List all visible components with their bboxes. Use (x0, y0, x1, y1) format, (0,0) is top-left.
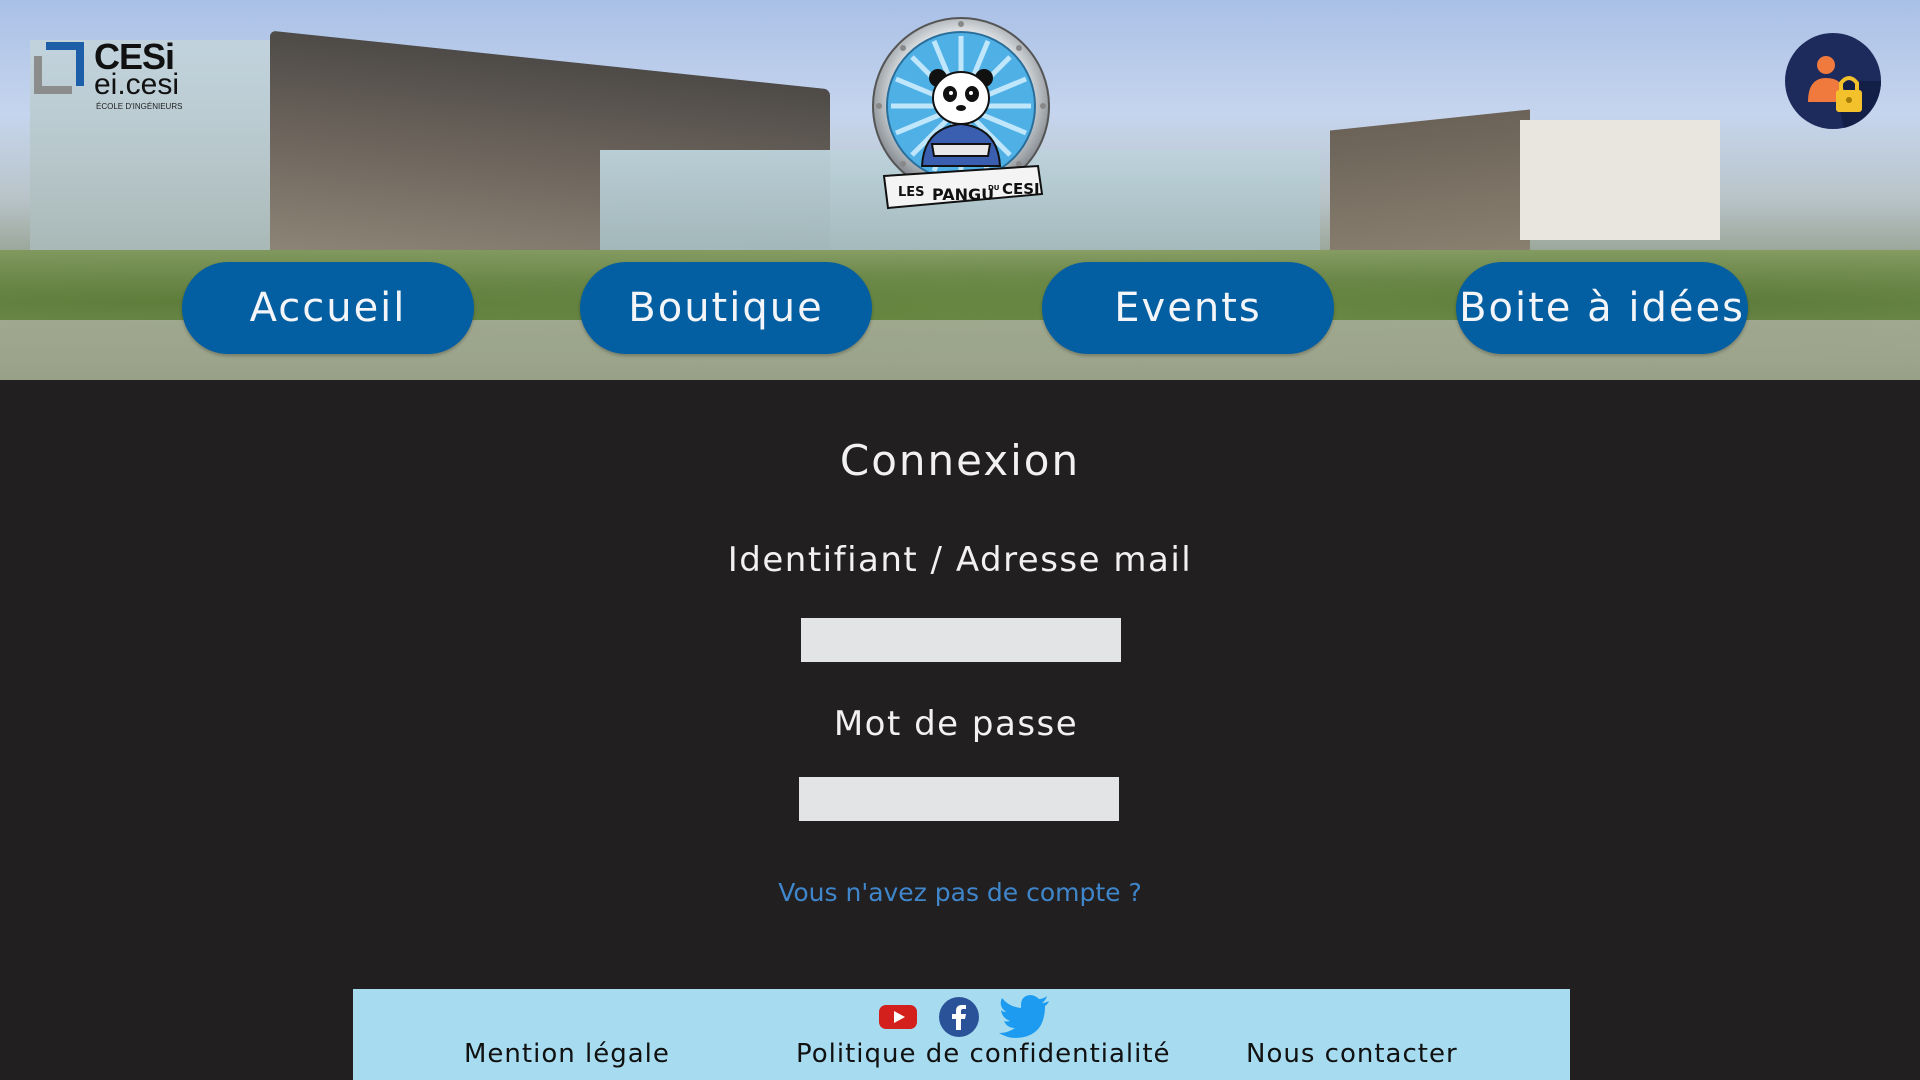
club-logo-text-pangu: PANGU (932, 185, 994, 204)
club-logo-text-les: LES (898, 185, 925, 200)
footer-link-contact[interactable]: Nous contacter (1246, 1039, 1458, 1069)
nav-button-accueil[interactable]: Accueil (182, 262, 474, 354)
user-lock-icon[interactable] (1784, 32, 1882, 130)
username-label: Identifiant / Adresse mail (727, 540, 1193, 580)
username-input[interactable] (801, 618, 1121, 662)
page-title: Connexion (839, 436, 1081, 485)
password-input[interactable] (799, 777, 1119, 821)
password-label: Mot de passe (833, 704, 1079, 744)
nav-button-events[interactable]: Events (1042, 262, 1334, 354)
youtube-icon[interactable] (877, 995, 919, 1037)
nav-button-boutique[interactable]: Boutique (580, 262, 872, 354)
school-logo-tagline: ÉCOLE D'INGÉNIEURS (96, 102, 183, 111)
signup-link[interactable]: Vous n'avez pas de compte ? (0, 878, 1920, 907)
footer-link-legal[interactable]: Mention légale (464, 1039, 670, 1069)
club-logo-text-du: DU (988, 184, 1000, 192)
nav-button-boite-a-idees[interactable]: Boite à idées (1456, 262, 1748, 354)
club-logo-text-cesi: CESI (1002, 180, 1040, 198)
club-logo[interactable]: LES PANGU DU CESI (870, 16, 1052, 212)
twitter-icon[interactable] (999, 993, 1051, 1039)
facebook-icon[interactable] (938, 996, 980, 1038)
school-logo[interactable]: CESi ei.cesi ÉCOLE D'INGÉNIEURS (32, 36, 192, 116)
footer: Mention légale Politique de confidential… (353, 989, 1570, 1080)
school-logo-square-blue (46, 42, 84, 86)
banner-building-white (1520, 120, 1720, 240)
footer-link-privacy[interactable]: Politique de confidentialité (796, 1039, 1171, 1069)
school-logo-subname: ei.cesi (94, 68, 180, 101)
